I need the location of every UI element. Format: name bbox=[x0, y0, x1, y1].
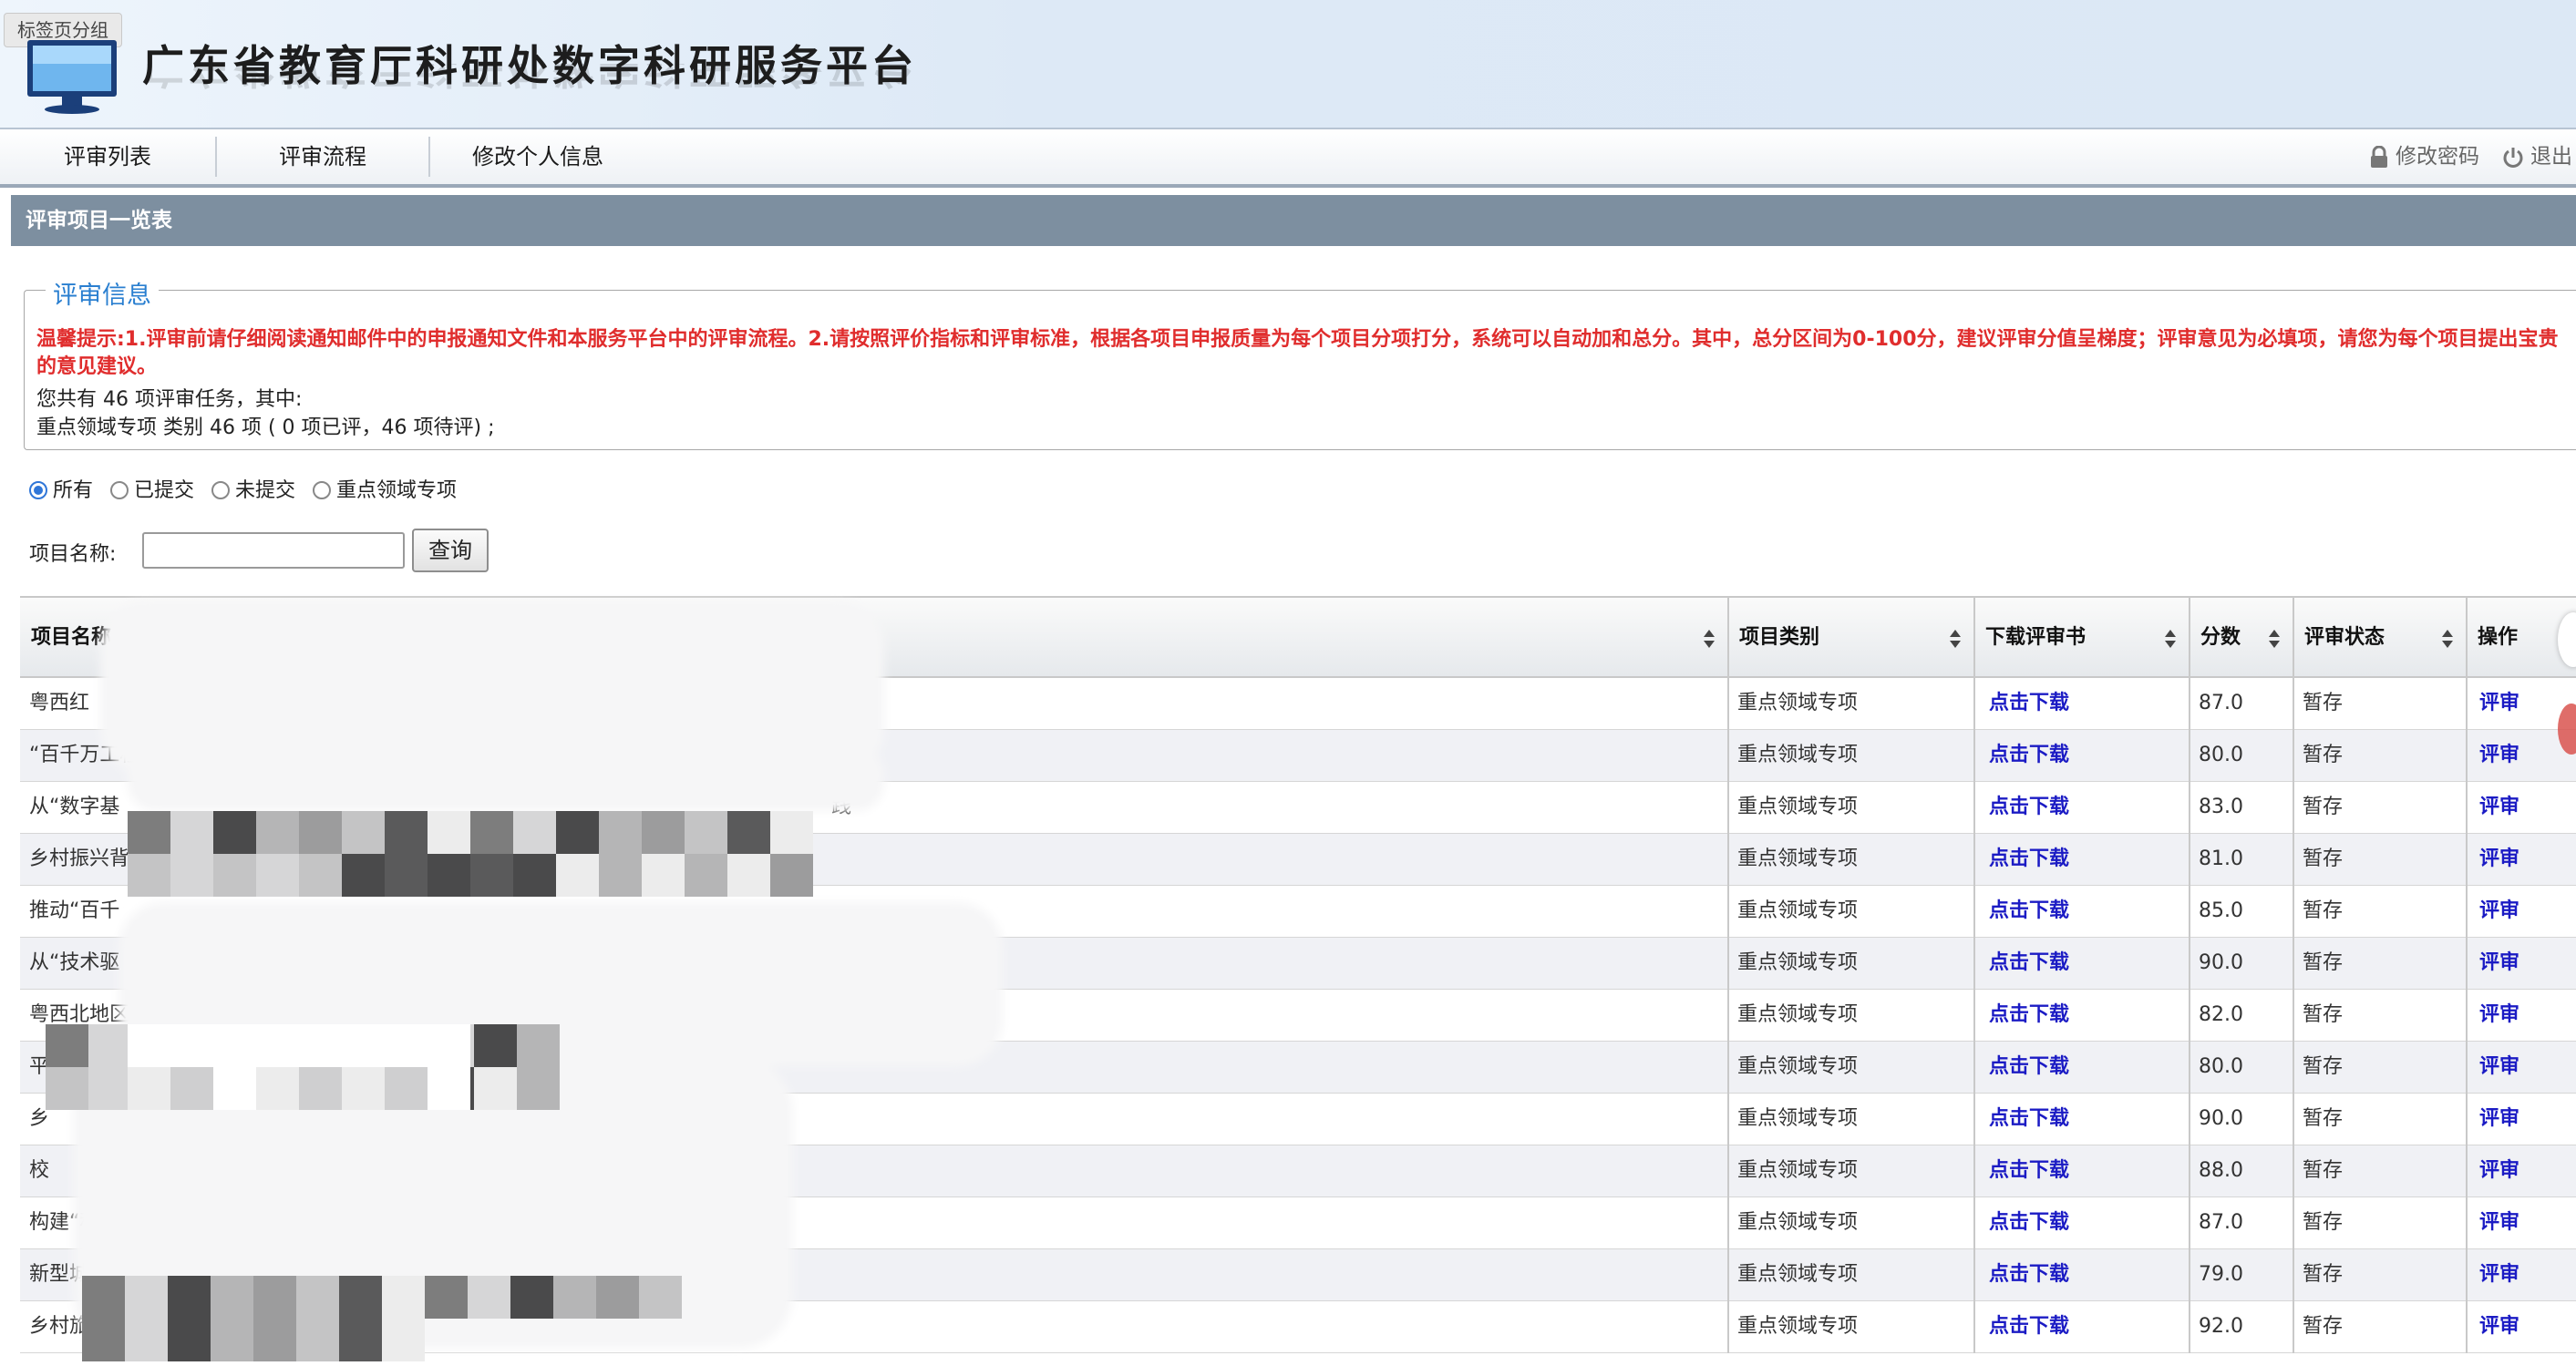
mosaic-cell bbox=[727, 811, 770, 854]
mosaic-cell bbox=[385, 1067, 428, 1110]
mosaic-cell bbox=[213, 811, 256, 854]
mosaic-cell bbox=[642, 811, 685, 854]
mosaic-cell bbox=[253, 1276, 296, 1319]
mosaic-cell bbox=[556, 854, 599, 897]
mosaic-cell bbox=[685, 811, 727, 854]
mosaic-cell bbox=[299, 1024, 342, 1067]
mosaic-cell bbox=[170, 1067, 213, 1110]
mosaic-cell bbox=[211, 1276, 253, 1319]
mosaic-cell bbox=[770, 854, 813, 897]
mosaic-cell bbox=[639, 1276, 682, 1319]
mosaic-cell bbox=[556, 811, 599, 854]
mosaic-cell bbox=[770, 811, 813, 854]
mosaic-cell bbox=[128, 854, 170, 897]
mosaic-cell bbox=[727, 854, 770, 897]
mosaic-cell bbox=[339, 1276, 382, 1319]
mosaic-cell bbox=[385, 854, 428, 897]
mosaic-cell bbox=[428, 1067, 470, 1110]
mosaic-cell bbox=[256, 1067, 299, 1110]
mosaic-cell bbox=[468, 1276, 510, 1319]
mosaic-cell bbox=[256, 811, 299, 854]
mosaic-cell bbox=[470, 811, 513, 854]
mosaic-cell bbox=[299, 1067, 342, 1110]
mosaic-cell bbox=[342, 1024, 385, 1067]
mosaic-cell bbox=[342, 854, 385, 897]
redaction-overlay bbox=[46, 601, 1003, 1361]
mosaic-cell bbox=[168, 1319, 211, 1361]
mosaic-cell bbox=[128, 1067, 170, 1110]
mosaic-cell bbox=[170, 1024, 213, 1067]
mosaic-cell bbox=[82, 1276, 125, 1319]
mosaic-cell bbox=[213, 1067, 256, 1110]
mosaic-cell bbox=[342, 811, 385, 854]
mosaic-cell bbox=[599, 854, 642, 897]
mosaic-cell bbox=[253, 1319, 296, 1361]
mosaic-cell bbox=[211, 1319, 253, 1361]
mosaic-cell bbox=[339, 1319, 382, 1361]
mosaic-cell bbox=[299, 854, 342, 897]
mosaic-cell bbox=[517, 1067, 560, 1110]
mosaic-cell bbox=[46, 1024, 88, 1067]
mosaic-cell bbox=[256, 1024, 299, 1067]
mosaic-cell bbox=[513, 854, 556, 897]
mosaic-cell bbox=[642, 854, 685, 897]
mosaic-cell bbox=[168, 1276, 211, 1319]
mosaic-cell bbox=[256, 854, 299, 897]
mosaic-cell bbox=[382, 1276, 425, 1319]
mosaic-cell bbox=[342, 1067, 385, 1110]
mosaic-cell bbox=[128, 811, 170, 854]
mosaic-cell bbox=[128, 1024, 170, 1067]
mosaic-cell bbox=[685, 854, 727, 897]
mosaic-cell bbox=[88, 1024, 131, 1067]
mosaic-cell bbox=[125, 1319, 168, 1361]
mosaic-cell bbox=[82, 1319, 125, 1361]
mosaic-cell bbox=[296, 1319, 339, 1361]
mosaic-cell bbox=[170, 854, 213, 897]
mosaic-cell bbox=[170, 811, 213, 854]
mosaic-cell bbox=[382, 1319, 425, 1361]
mosaic-cell bbox=[513, 811, 556, 854]
mosaic-cell bbox=[517, 1024, 560, 1067]
mosaic-cell bbox=[510, 1276, 553, 1319]
mosaic-cell bbox=[425, 1276, 468, 1319]
mosaic-cell bbox=[428, 1024, 470, 1067]
mosaic-cell bbox=[599, 811, 642, 854]
mosaic-cell bbox=[88, 1067, 131, 1110]
mosaic-cell bbox=[125, 1276, 168, 1319]
mosaic-cell bbox=[299, 811, 342, 854]
mosaic-cell bbox=[213, 854, 256, 897]
mosaic-cell bbox=[385, 1024, 428, 1067]
mosaic-cell bbox=[474, 1067, 517, 1110]
mosaic-cell bbox=[474, 1024, 517, 1067]
mosaic-cell bbox=[385, 811, 428, 854]
mosaic-cell bbox=[470, 854, 513, 897]
mosaic-cell bbox=[46, 1067, 88, 1110]
mosaic-cell bbox=[596, 1276, 639, 1319]
mosaic-cell bbox=[553, 1276, 596, 1319]
mosaic-cell bbox=[428, 811, 470, 854]
mosaic-cell bbox=[428, 854, 470, 897]
mosaic-cell bbox=[296, 1276, 339, 1319]
mosaic-cell bbox=[213, 1024, 256, 1067]
